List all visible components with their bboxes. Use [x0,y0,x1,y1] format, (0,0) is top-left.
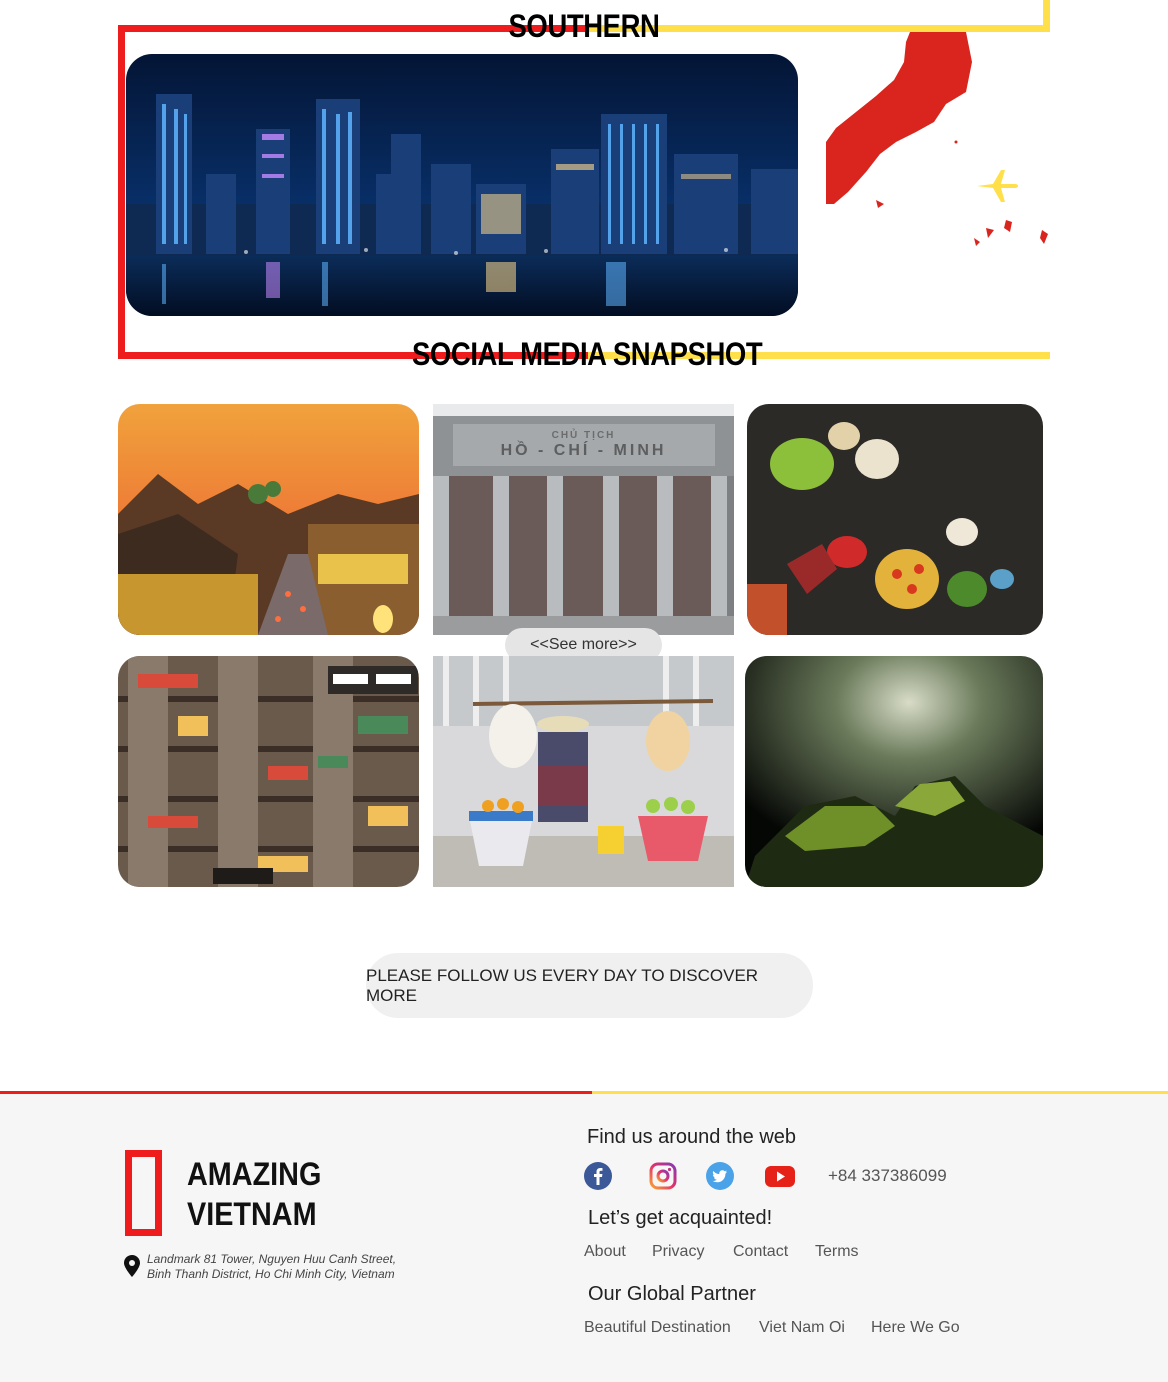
partner-link-beautiful-destination[interactable]: Beautiful Destination [584,1319,731,1337]
airplane-icon [975,166,1019,206]
map-mainland-shape [826,32,972,204]
twitter-icon[interactable] [706,1162,734,1190]
hoi-an-photo[interactable] [118,404,419,635]
brand-logo-icon [125,1150,162,1236]
footer [0,1094,1168,1382]
phone-number[interactable]: +84 337386099 [828,1166,947,1186]
brand-name-line1: AMAZING [187,1156,322,1192]
frame-red-left [118,25,125,359]
facebook-icon[interactable] [584,1162,612,1190]
floating-market-photo[interactable] [747,404,1043,635]
southern-map [826,32,1050,250]
partner-link-viet-nam-oi[interactable]: Viet Nam Oi [759,1319,845,1337]
footer-link-privacy[interactable]: Privacy [652,1243,704,1261]
address-line1: Landmark 81 Tower, Nguyen Huu Canh Stree… [147,1252,397,1266]
partner-link-here-we-go[interactable]: Here We Go [871,1319,960,1337]
ho-chi-minh-mausoleum-photo[interactable]: CHỦ TỊCH HỒ - CHÍ - MINH [433,404,734,635]
brand-name-line2: VIETNAM [187,1196,317,1232]
footer-link-terms[interactable]: Terms [815,1243,859,1261]
monument-text-top: CHỦ TỊCH [551,430,616,441]
monument-text-main: HỒ - CHÍ - MINH [500,442,667,459]
youtube-icon[interactable] [764,1162,796,1190]
follow-us-banner[interactable]: PLEASE FOLLOW US EVERY DAY TO DISCOVER M… [366,953,813,1018]
location-pin-icon [124,1255,140,1277]
address-line2: Binh Thanh District, Ho Chi Minh City, V… [147,1267,395,1281]
southern-title: SOUTHERN [508,8,660,44]
global-partner-title: Our Global Partner [588,1283,756,1305]
social-media-title: SOCIAL MEDIA SNAPSHOT [412,336,763,372]
footer-link-contact[interactable]: Contact [733,1243,788,1261]
find-us-title: Find us around the web [587,1126,797,1148]
instagram-icon[interactable] [649,1162,677,1190]
street-vendor-photo[interactable] [433,656,734,887]
footer-link-about[interactable]: About [584,1243,626,1261]
frame-yellow-right [1043,0,1050,32]
saigon-skyline-photo [126,54,798,316]
cave-light-photo[interactable] [745,656,1043,887]
acquainted-title: Let’s get acquainted! [588,1207,773,1229]
apartment-cafes-photo[interactable] [118,656,419,887]
